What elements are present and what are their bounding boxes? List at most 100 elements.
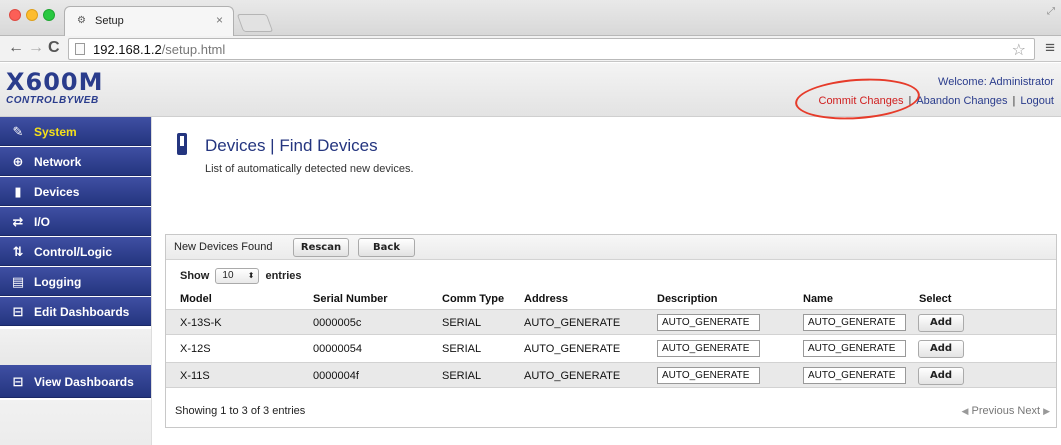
dashboard-icon: ⊟ [12,374,24,389]
browser-titlebar: ⚙ Setup × ⤢ [0,0,1061,36]
sidebar-item-edit-dashboards[interactable]: ⊟ Edit Dashboards [0,297,151,326]
pagination: ◀ Previous Next ▶ [962,405,1050,417]
column-header-address[interactable]: Address [524,293,568,305]
page-length-control: Show 10 ⬍ entries [180,268,302,284]
back-button[interactable]: Back [358,238,415,257]
sidebar-item-view-dashboards[interactable]: ⊟ View Dashboards [0,365,151,398]
reload-icon[interactable]: C [48,39,60,57]
address-bar[interactable]: 192.168.1.2/setup.html ☆ [68,38,1035,60]
logo-model: X600M [6,68,104,96]
next-link[interactable]: Next [1017,405,1040,417]
page-length-value: 10 [222,270,234,281]
separator: | [1012,95,1016,107]
browser-tab[interactable]: ⚙ Setup × [64,6,234,36]
cell-comm-type: SERIAL [442,317,482,329]
window-maximize-button[interactable] [43,9,55,21]
show-label: Show [180,269,210,282]
cell-model: X-12S [180,343,211,355]
cell-serial: 00000054 [313,343,362,355]
name-input[interactable] [803,367,906,384]
cell-model: X-13S-K [180,317,222,329]
url-text[interactable]: 192.168.1.2/setup.html [93,42,225,57]
dashboard-icon: ⊟ [12,304,24,319]
column-header-comm-type[interactable]: Comm Type [442,293,504,305]
back-arrow-icon[interactable]: ← [8,39,24,57]
welcome-text: Welcome: Administrator [938,76,1054,88]
table-info: Showing 1 to 3 of 3 entries [175,405,306,417]
next-arrow-icon[interactable]: ▶ [1043,406,1050,416]
cell-serial: 0000004f [313,370,359,382]
description-input[interactable] [657,340,760,357]
select-arrows-icon: ⬍ [247,271,255,280]
table-row: X-13S-K 0000005c SERIAL AUTO_GENERATE Ad… [166,309,1056,335]
name-input[interactable] [803,314,906,331]
cell-address: AUTO_GENERATE [524,317,621,329]
setup-favicon-icon: ⚙ [77,15,86,26]
sidebar-item-network[interactable]: ⊕ Network [0,147,151,176]
globe-icon: ⊕ [12,154,24,169]
url-host: 192.168.1.2 [93,42,162,57]
cell-address: AUTO_GENERATE [524,370,621,382]
add-device-button[interactable]: Add [918,367,964,385]
panel-title: New Devices Found [174,241,273,253]
logic-icon: ⇅ [12,244,24,259]
entries-label: entries [265,269,302,282]
previous-arrow-icon[interactable]: ◀ [962,406,969,416]
sidebar-item-label: View Dashboards [34,375,134,389]
column-header-model[interactable]: Model [180,293,212,305]
tab-close-icon[interactable]: × [216,13,223,27]
browser-toolbar: ← → C 192.168.1.2/setup.html ☆ ≡ [0,36,1061,62]
description-input[interactable] [657,314,760,331]
page-length-select[interactable]: 10 ⬍ [215,268,260,284]
new-tab-button[interactable] [236,14,274,32]
forward-arrow-icon[interactable]: → [28,39,44,57]
sidebar-item-devices[interactable]: ▮ Devices [0,177,151,206]
wrench-icon: ✎ [12,124,24,139]
url-path: /setup.html [161,42,226,57]
cell-address: AUTO_GENERATE [524,343,621,355]
sidebar-item-label: I/O [34,215,51,229]
browser-menu-icon[interactable]: ≡ [1045,38,1055,58]
window-close-button[interactable] [9,9,21,21]
tab-title: Setup [95,15,124,27]
sidebar-item-io[interactable]: ⇄ I/O [0,207,151,236]
devices-panel: New Devices Found Rescan Back Show 10 ⬍ e… [165,234,1057,428]
bookmark-star-icon[interactable]: ☆ [1012,40,1026,60]
sidebar: ✎ System ⊕ Network ▮ Devices ⇄ I/O ⇅ Con… [0,117,152,445]
sidebar-item-label: Logging [34,275,82,289]
arrows-icon: ⇄ [12,214,24,229]
sidebar-item-label: System [34,125,77,139]
cell-comm-type: SERIAL [442,343,482,355]
page-subtitle: List of automatically detected new devic… [205,163,414,175]
column-header-serial[interactable]: Serial Number [313,293,388,305]
panel-header: New Devices Found Rescan Back [166,235,1056,260]
sidebar-item-label: Network [34,155,82,169]
previous-link[interactable]: Previous [972,405,1015,417]
column-header-select[interactable]: Select [919,293,951,305]
sidebar-item-system[interactable]: ✎ System [0,117,151,146]
table-row: X-11S 0000004f SERIAL AUTO_GENERATE Add [166,362,1056,388]
log-icon: ▤ [11,274,25,289]
sidebar-item-logging[interactable]: ▤ Logging [0,267,151,296]
sidebar-spacer [0,329,151,367]
sidebar-item-control-logic[interactable]: ⇅ Control/Logic [0,237,151,266]
rescan-button[interactable]: Rescan [293,238,349,257]
column-header-description[interactable]: Description [657,293,718,305]
logout-link[interactable]: Logout [1020,95,1054,107]
sidebar-item-label: Devices [34,185,80,199]
table-row: X-12S 00000054 SERIAL AUTO_GENERATE Add [166,336,1056,362]
cell-comm-type: SERIAL [442,370,482,382]
add-device-button[interactable]: Add [918,314,964,332]
window-minimize-button[interactable] [26,9,38,21]
name-input[interactable] [803,340,906,357]
cell-serial: 0000005c [313,317,362,329]
logo-brand: CONTROLBYWEB [6,95,99,106]
sidebar-item-label: Edit Dashboards [34,305,130,319]
abandon-changes-link[interactable]: Abandon Changes [916,95,1007,107]
description-input[interactable] [657,367,760,384]
add-device-button[interactable]: Add [918,340,964,358]
device-icon [177,133,187,155]
table-header: Model Serial Number Comm Type Address De… [166,293,1056,307]
fullscreen-icon[interactable]: ⤢ [1047,6,1055,17]
column-header-name[interactable]: Name [803,293,833,305]
